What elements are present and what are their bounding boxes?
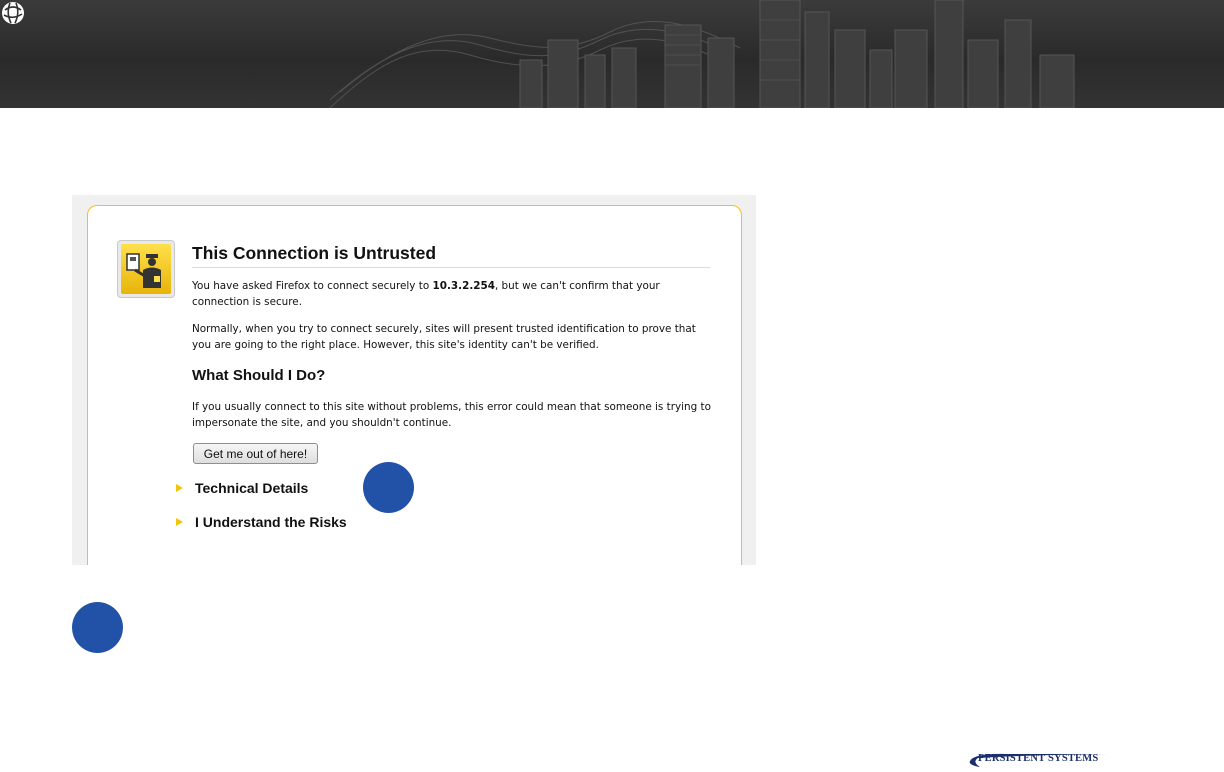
expand-arrow-icon [176,518,183,526]
explanation-prefix: You have asked Firefox to connect secure… [192,280,433,292]
header-banner [0,0,1224,108]
globe-icon [2,2,24,24]
city-skyline-graphic [329,0,1075,108]
annotation-marker [72,602,123,653]
what-should-i-do-heading: What Should I Do? [192,367,326,384]
explanation-text: You have asked Firefox to connect secure… [192,278,712,310]
understand-risks-label: I Understand the Risks [195,514,347,530]
annotation-marker [363,462,414,513]
untrusted-connection-panel: This Connection is Untrusted You have as… [87,205,742,565]
police-officer-certificate-icon [117,240,175,298]
understand-risks-expander[interactable]: I Understand the Risks [176,514,347,530]
identity-text: Normally, when you try to connect secure… [192,323,696,351]
technical-details-label: Technical Details [195,480,309,496]
host-address: 10.3.2.254 [432,280,495,292]
technical-details-expander[interactable]: Technical Details [176,480,308,496]
page-title: This Connection is Untrusted [192,243,710,268]
get-me-out-button[interactable]: Get me out of here! [193,443,318,464]
brand-name: PERSISTENT SYSTEMS [978,753,1099,764]
expand-arrow-icon [176,484,183,492]
advice-text: If you usually connect to this site with… [192,401,711,429]
browser-screenshot: This Connection is Untrusted You have as… [72,195,756,565]
